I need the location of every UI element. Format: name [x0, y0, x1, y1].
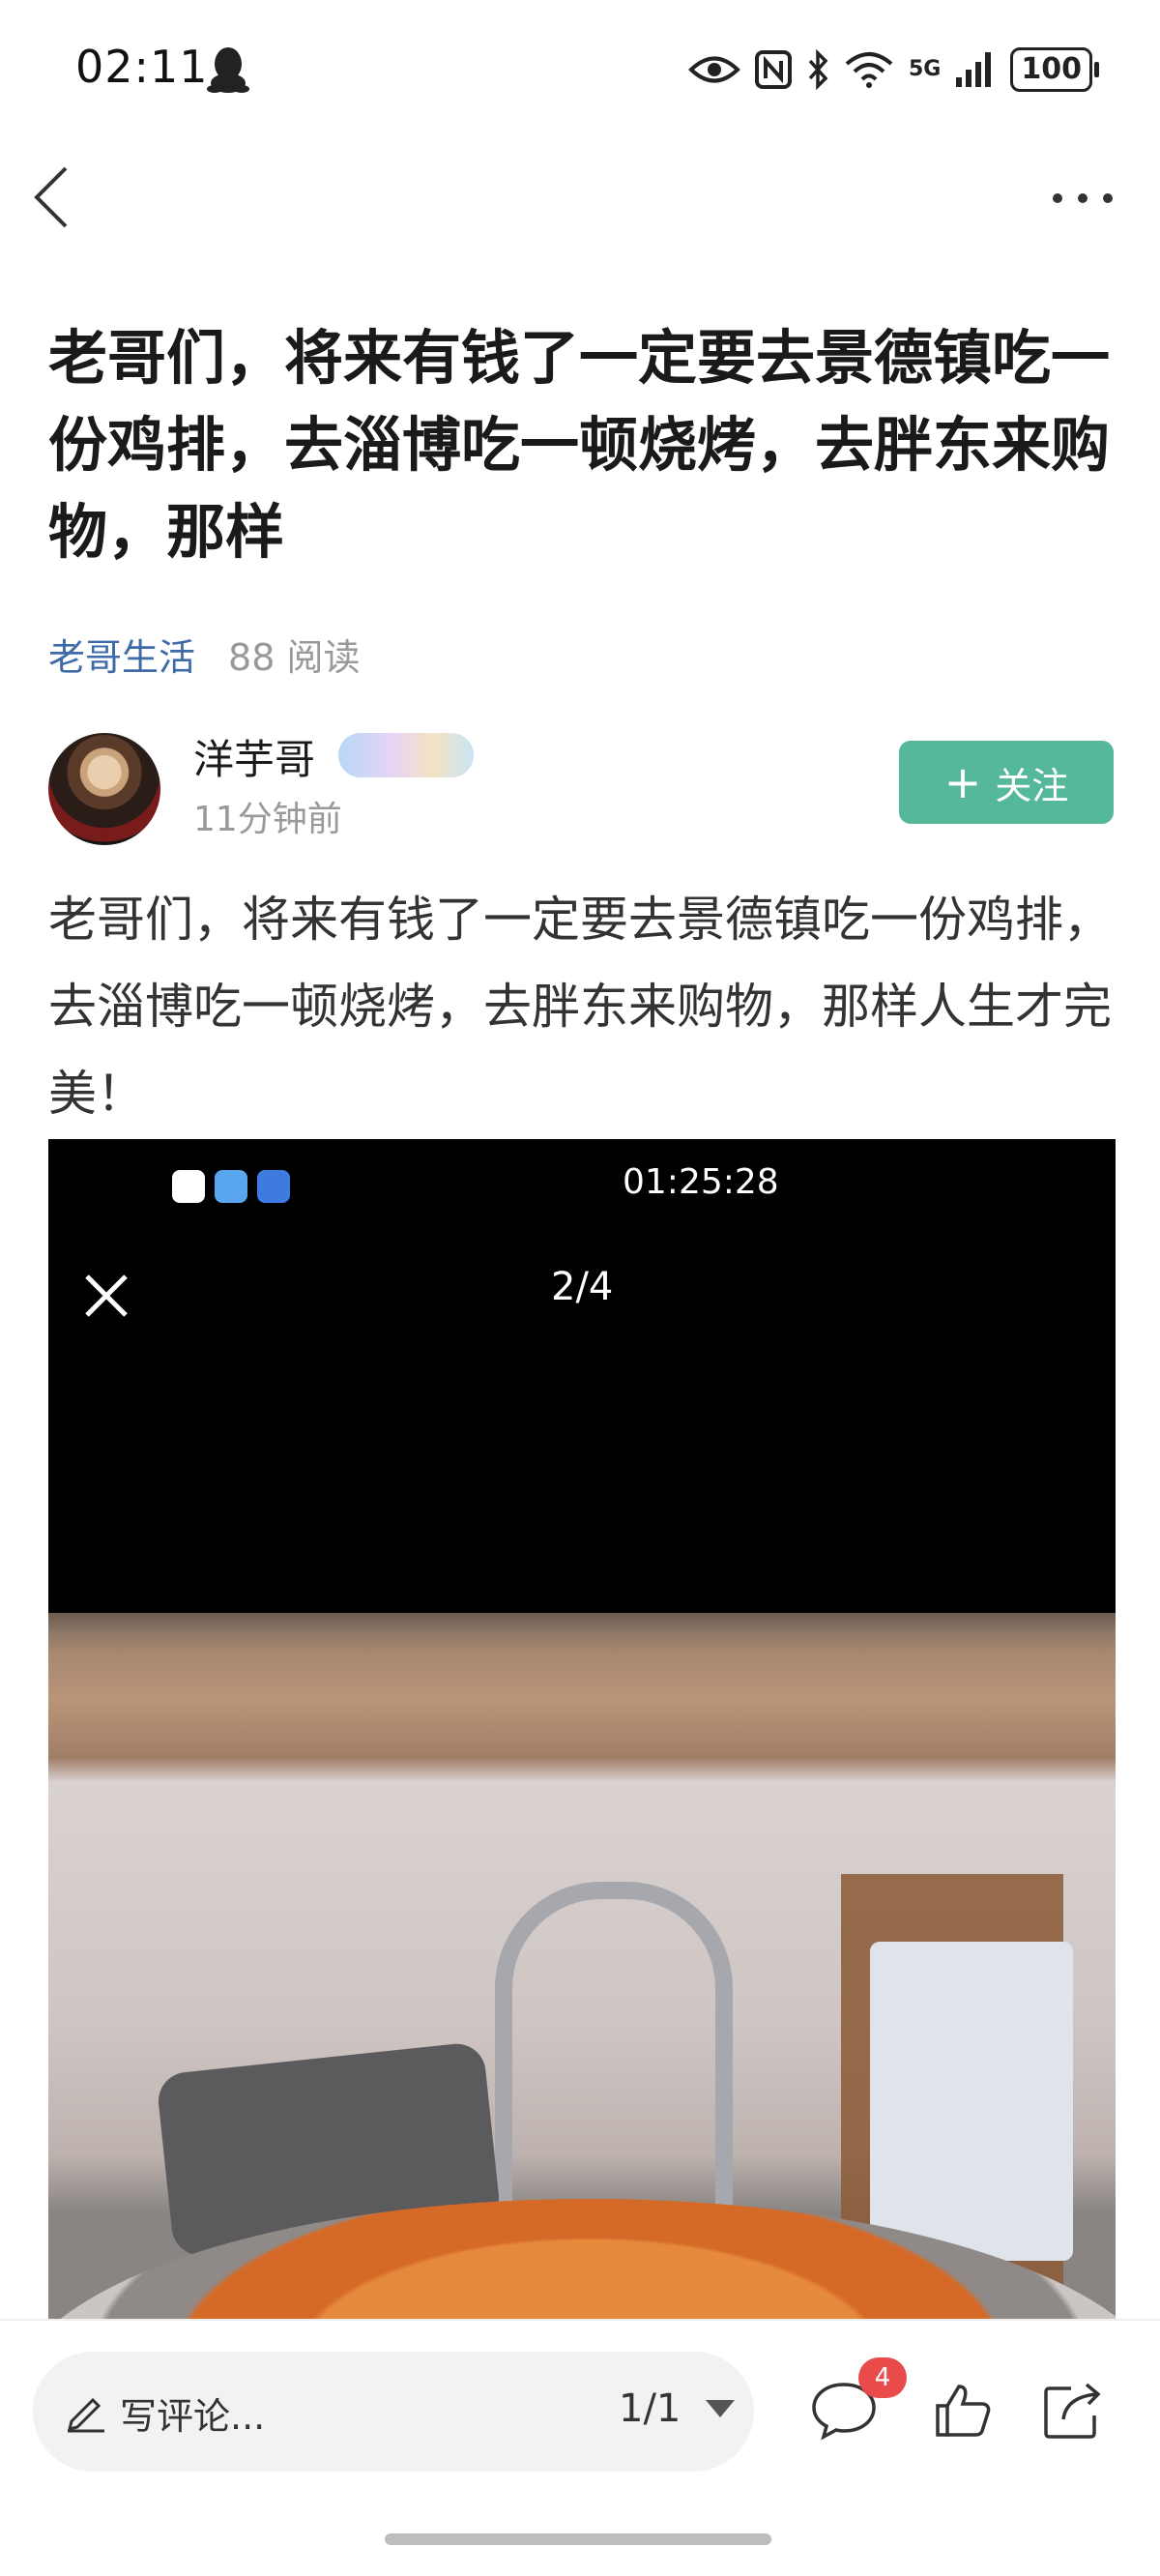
app-icon	[172, 1170, 205, 1203]
meta-row: 老哥生活 88 阅读	[48, 627, 360, 681]
network-label: 5G	[909, 57, 942, 81]
home-indicator[interactable]	[385, 2533, 771, 2545]
avatar[interactable]	[48, 733, 160, 845]
share-icon[interactable]	[1042, 2381, 1104, 2441]
page-indicator[interactable]: 1/1	[619, 2386, 681, 2431]
eye-icon	[688, 56, 740, 83]
image-top-black	[48, 1139, 1116, 1613]
more-button[interactable]	[1044, 174, 1121, 222]
image-counter: 2/4	[551, 1265, 614, 1309]
read-count: 88 阅读	[228, 635, 361, 679]
signal-icon	[956, 52, 992, 87]
status-time: 02:11	[75, 41, 209, 93]
battery-icon: 100	[1010, 47, 1099, 92]
comment-placeholder[interactable]: 写评论...	[120, 2386, 265, 2440]
like-icon[interactable]	[934, 2381, 992, 2439]
chevron-down-icon[interactable]	[706, 2400, 735, 2417]
wifi-icon	[845, 52, 893, 88]
back-button[interactable]	[23, 161, 81, 234]
comment-count-badge: 4	[858, 2357, 907, 2398]
author-name[interactable]: 洋芋哥	[193, 727, 315, 786]
plus-icon: +	[943, 756, 982, 808]
image-app-icons	[172, 1170, 290, 1203]
close-icon	[85, 1274, 128, 1317]
bottom-divider	[0, 2319, 1160, 2321]
app-icon	[215, 1170, 247, 1203]
qq-icon	[207, 47, 249, 93]
post-title: 老哥们，将来有钱了一定要去景德镇吃一份鸡排，去淄博吃一顿烧烤，去胖东来购物，那样	[48, 324, 1111, 567]
follow-button[interactable]: + 关注	[899, 741, 1114, 824]
post-image[interactable]: 01:25:28 2/4	[48, 1139, 1116, 2323]
nfc-icon	[755, 50, 792, 89]
status-icons: 5G 100	[688, 43, 1099, 97]
post-body: 老哥们，将来有钱了一定要去景德镇吃一份鸡排，去淄博吃一顿烧烤，去胖东来购物，那样…	[48, 892, 1112, 1122]
post-time: 11分钟前	[193, 800, 342, 839]
follow-label: 关注	[995, 764, 1069, 807]
author-badge	[338, 733, 474, 777]
pencil-icon	[67, 2397, 104, 2433]
photo-bag	[870, 1942, 1073, 2261]
app-icon	[257, 1170, 290, 1203]
image-time: 01:25:28	[623, 1162, 779, 1202]
bluetooth-icon	[808, 49, 828, 90]
category-link[interactable]: 老哥生活	[48, 628, 195, 681]
